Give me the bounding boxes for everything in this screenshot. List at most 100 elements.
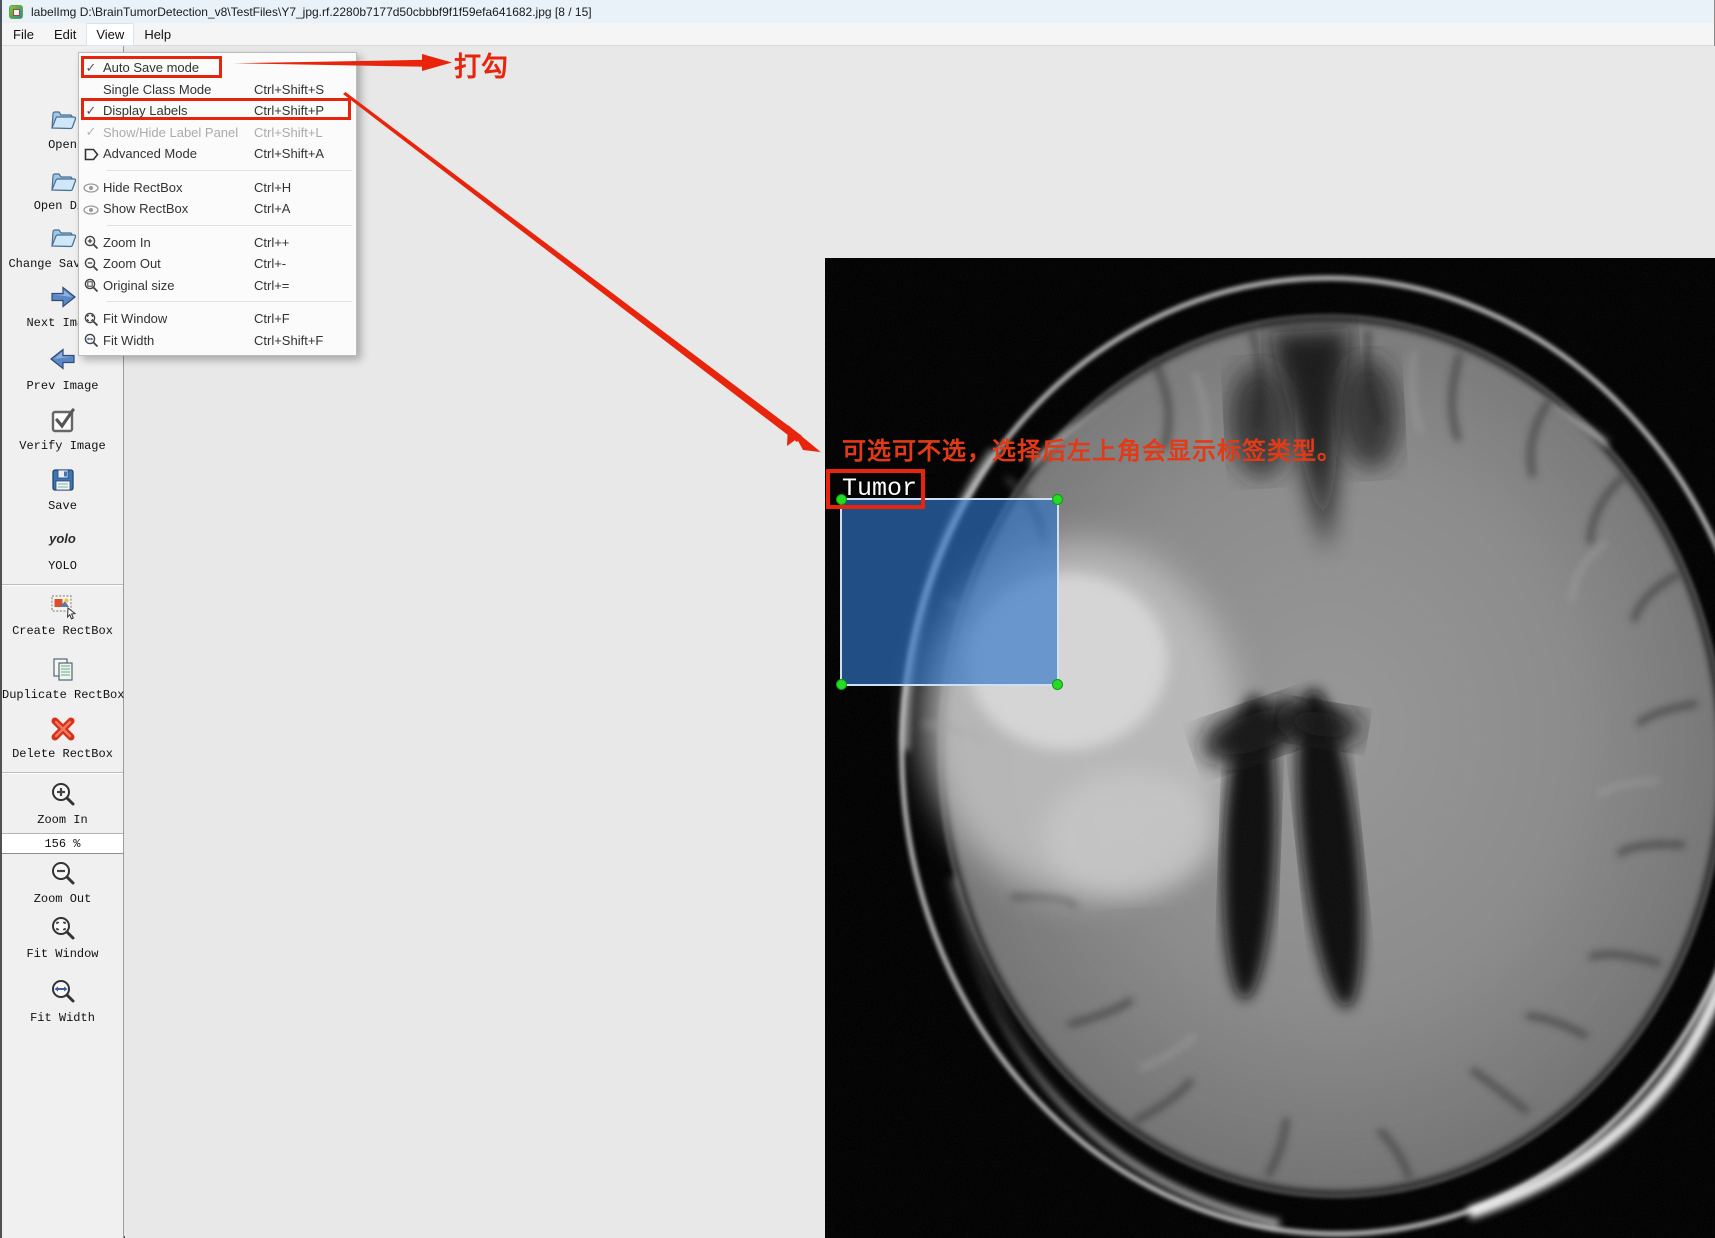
zoom-in-button[interactable]	[2, 781, 123, 809]
menu-item-original-size[interactable]: Original size Ctrl+=	[79, 275, 356, 297]
tumor-label-highlight-box	[826, 469, 925, 509]
menu-item-label: Zoom In	[103, 234, 151, 250]
view-menu-popup: ✓ Auto Save mode Single Class Mode Ctrl+…	[78, 52, 357, 356]
fit-width-icon	[79, 332, 103, 348]
menu-item-shortcut: Ctrl+F	[254, 311, 290, 327]
arrow-right-icon	[50, 286, 76, 308]
create-rectbox-button[interactable]	[2, 592, 123, 620]
menu-item-fit-width[interactable]: Fit Width Ctrl+Shift+F	[79, 330, 356, 352]
menu-item-shortcut: Ctrl+Shift+A	[254, 146, 325, 162]
fit-width-button[interactable]	[2, 978, 123, 1006]
menu-item-zoom-out[interactable]: Zoom Out Ctrl+-	[79, 253, 356, 275]
menu-item-show-hide-label-panel[interactable]: ✓ Show/Hide Label Panel Ctrl+Shift+L	[79, 122, 356, 144]
menu-separator	[79, 296, 356, 308]
menu-item-label: Show/Hide Label Panel	[103, 124, 239, 140]
verify-image-button[interactable]	[2, 406, 123, 434]
duplicate-rectbox-label: Duplicate RectBox	[2, 688, 125, 702]
check-icon: ✓	[85, 59, 97, 75]
tick-annotation-text: 打勾	[454, 52, 508, 82]
fit-window-icon	[51, 917, 74, 940]
sidebar-separator	[2, 772, 123, 774]
menu-help[interactable]: Help	[135, 24, 180, 45]
menu-item-show-rectbox[interactable]: Show RectBox Ctrl+A	[79, 198, 356, 220]
duplicate-rectbox-button[interactable]	[2, 655, 123, 683]
arrow-left-icon	[49, 348, 75, 370]
menu-separator	[79, 165, 356, 177]
eye-icon	[79, 201, 103, 216]
menu-item-label: Fit Width	[103, 332, 155, 348]
menu-file[interactable]: File	[4, 24, 43, 45]
menu-separator	[79, 220, 356, 232]
zoom-out-button[interactable]	[2, 860, 123, 888]
app-icon	[9, 4, 23, 19]
sidebar-separator	[2, 584, 123, 586]
prev-image-label: Prev Image	[26, 379, 99, 393]
duplicate-icon	[52, 658, 73, 681]
create-rectbox-label: Create RectBox	[12, 624, 113, 638]
brain-mri-graphic	[825, 258, 1715, 1238]
menu-item-label: Advanced Mode	[103, 146, 197, 162]
annotation-note-text: 可选可不选，选择后左上角会显示标签类型。	[842, 438, 1342, 465]
menu-item-shortcut: Ctrl+Shift+L	[254, 124, 323, 140]
menu-item-hide-rectbox[interactable]: Hide RectBox Ctrl+H	[79, 177, 356, 199]
resize-handle-top-right[interactable]	[1052, 494, 1063, 505]
mri-image[interactable]	[825, 258, 1715, 1238]
menu-item-shortcut: Ctrl+Shift+P	[254, 103, 325, 119]
menu-item-advanced-mode[interactable]: Advanced Mode Ctrl+Shift+A	[79, 143, 356, 165]
menu-item-auto-save-mode[interactable]: ✓ Auto Save mode	[79, 57, 356, 79]
folder-open-icon	[50, 173, 76, 192]
menu-item-label: Original size	[103, 277, 175, 293]
delete-rectbox-label: Delete RectBox	[12, 747, 113, 761]
zoom-out-icon	[51, 862, 74, 885]
menu-edit[interactable]: Edit	[45, 24, 85, 45]
folder-open-icon	[50, 111, 76, 130]
zoom-out-icon	[79, 256, 103, 272]
title-bar: labelImg D:\BrainTumorDetection_v8\TestF…	[2, 0, 1714, 23]
format-label: YOLO	[48, 559, 77, 573]
checkbox-check-icon	[51, 408, 75, 433]
resize-handle-bottom-left[interactable]	[836, 679, 847, 690]
create-rectbox-icon	[51, 595, 76, 620]
menu-item-label: Fit Window	[103, 311, 168, 327]
menu-item-fit-window[interactable]: Fit Window Ctrl+F	[79, 308, 356, 330]
zoom-in-label: Zoom In	[37, 813, 88, 827]
zoom-in-icon	[51, 783, 74, 806]
save-label: Save	[48, 499, 77, 513]
menu-item-shortcut: Ctrl++	[254, 234, 290, 250]
window-title: labelImg D:\BrainTumorDetection_v8\TestF…	[31, 4, 592, 19]
format-toggle-button[interactable]: yolo	[2, 530, 123, 548]
menu-item-shortcut: Ctrl+-	[254, 256, 287, 272]
verify-image-label: Verify Image	[19, 439, 106, 453]
delete-rectbox-button[interactable]	[2, 715, 123, 743]
resize-handle-bottom-right[interactable]	[1052, 679, 1063, 690]
menu-view[interactable]: View	[86, 22, 135, 46]
folder-open-icon	[50, 229, 76, 248]
menu-item-shortcut: Ctrl+=	[254, 277, 290, 293]
tumor-rectbox[interactable]	[836, 494, 1063, 690]
menu-item-single-class-mode[interactable]: Single Class Mode Ctrl+Shift+S	[79, 79, 356, 101]
menu-item-shortcut: Ctrl+Shift+S	[254, 81, 325, 97]
zoom-in-icon	[79, 234, 103, 250]
menu-item-display-labels[interactable]: ✓ Display Labels Ctrl+Shift+P	[79, 100, 356, 122]
save-button[interactable]	[2, 466, 123, 494]
menu-item-label: Auto Save mode	[103, 60, 200, 76]
menu-item-shortcut: Ctrl+Shift+F	[254, 332, 324, 348]
menu-item-label: Zoom Out	[103, 256, 161, 272]
menu-item-zoom-in[interactable]: Zoom In Ctrl++	[79, 232, 356, 254]
menu-item-label: Show RectBox	[103, 201, 189, 217]
fit-width-label: Fit Width	[30, 1011, 95, 1025]
advanced-mode-icon	[79, 146, 103, 161]
zoom-out-label: Zoom Out	[33, 892, 92, 906]
fit-window-button[interactable]	[2, 915, 123, 943]
menu-item-label: Display Labels	[103, 103, 188, 119]
menu-item-shortcut: Ctrl+A	[254, 201, 291, 217]
fit-window-label: Fit Window	[26, 947, 99, 961]
floppy-save-icon	[51, 469, 74, 491]
original-size-icon	[79, 277, 103, 293]
zoom-percent-input[interactable]: 156 %	[2, 833, 123, 854]
menu-item-label: Hide RectBox	[103, 179, 183, 195]
fit-width-icon	[51, 980, 74, 1003]
fit-window-icon	[79, 311, 103, 327]
menu-item-label: Single Class Mode	[103, 81, 212, 97]
delete-x-icon	[51, 717, 74, 741]
